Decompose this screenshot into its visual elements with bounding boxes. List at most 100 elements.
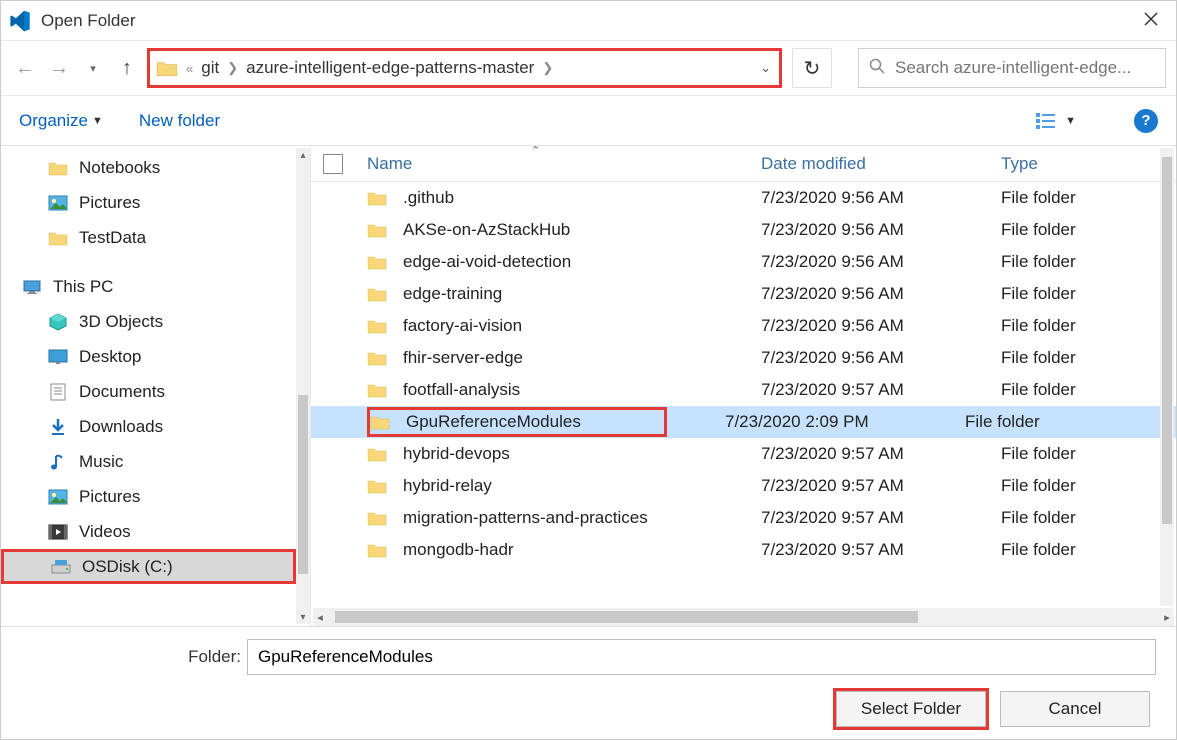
scroll-down-icon[interactable]: ▾ bbox=[296, 610, 310, 624]
nav-item-label: Downloads bbox=[79, 417, 163, 437]
new-folder-button[interactable]: New folder bbox=[139, 111, 220, 131]
scroll-up-icon[interactable]: ▴ bbox=[296, 148, 310, 162]
nav-item-pictures[interactable]: Pictures bbox=[1, 479, 296, 514]
bottom-panel: Folder: Select Folder Cancel bbox=[1, 627, 1176, 739]
nav-forward-button: → bbox=[45, 54, 73, 82]
nav-item-label: Documents bbox=[79, 382, 165, 402]
file-row[interactable]: GpuReferenceModules7/23/2020 2:09 PMFile… bbox=[311, 406, 1176, 438]
nav-scroll-thumb[interactable] bbox=[298, 395, 308, 574]
nav-item-label: This PC bbox=[53, 277, 113, 297]
nav-item-label: OSDisk (C:) bbox=[82, 557, 173, 577]
file-row[interactable]: mongodb-hadr7/23/2020 9:57 AMFile folder bbox=[311, 534, 1176, 566]
folder-icon bbox=[367, 286, 387, 302]
file-row[interactable]: edge-training7/23/2020 9:56 AMFile folde… bbox=[311, 278, 1176, 310]
file-type: File folder bbox=[1001, 284, 1176, 304]
folder-input[interactable] bbox=[247, 639, 1156, 675]
nav-item-testdata[interactable]: TestData bbox=[1, 220, 296, 255]
file-name: footfall-analysis bbox=[403, 380, 761, 400]
breadcrumb-part-1[interactable]: azure-intelligent-edge-patterns-master bbox=[240, 58, 540, 78]
folder-icon bbox=[367, 510, 387, 526]
nav-item-downloads[interactable]: Downloads bbox=[1, 409, 296, 444]
documents-icon bbox=[47, 382, 69, 402]
search-box[interactable] bbox=[858, 48, 1166, 88]
breadcrumb-dropdown[interactable]: ⌄ bbox=[760, 60, 771, 76]
chevron-down-icon: ▼ bbox=[1065, 115, 1076, 127]
file-row[interactable]: AKSe-on-AzStackHub7/23/2020 9:56 AMFile … bbox=[311, 214, 1176, 246]
help-button[interactable]: ? bbox=[1134, 109, 1158, 133]
file-name: hybrid-devops bbox=[403, 444, 761, 464]
list-vscroll-thumb[interactable] bbox=[1162, 157, 1172, 523]
folder-icon bbox=[367, 446, 387, 462]
list-hscrollbar[interactable]: ◂ ▸ bbox=[313, 608, 1174, 626]
nav-item-music[interactable]: Music bbox=[1, 444, 296, 479]
nav-item-osdisk-c-[interactable]: OSDisk (C:) bbox=[1, 549, 296, 584]
file-list-pane: Name ⌃ Date modified Type .github7/23/20… bbox=[311, 146, 1176, 626]
nav-item-pictures[interactable]: Pictures bbox=[1, 185, 296, 220]
file-date: 7/23/2020 9:57 AM bbox=[761, 380, 1001, 400]
file-row[interactable]: footfall-analysis7/23/2020 9:57 AMFile f… bbox=[311, 374, 1176, 406]
nav-item-this-pc[interactable]: This PC bbox=[1, 269, 296, 304]
nav-item-3d-objects[interactable]: 3D Objects bbox=[1, 304, 296, 339]
scroll-left-icon[interactable]: ◂ bbox=[313, 611, 327, 624]
nav-item-videos[interactable]: Videos bbox=[1, 514, 296, 549]
column-date[interactable]: Date modified bbox=[761, 154, 1001, 174]
file-row[interactable]: factory-ai-vision7/23/2020 9:56 AMFile f… bbox=[311, 310, 1176, 342]
file-type: File folder bbox=[965, 412, 1176, 432]
file-type: File folder bbox=[1001, 444, 1176, 464]
nav-item-label: Videos bbox=[79, 522, 131, 542]
chevron-right-icon[interactable]: ❯ bbox=[225, 60, 240, 76]
file-row[interactable]: .github7/23/2020 9:56 AMFile folder bbox=[311, 182, 1176, 214]
column-type[interactable]: Type bbox=[1001, 154, 1176, 174]
nav-up-button[interactable]: ↑ bbox=[113, 54, 141, 82]
nav-scrollbar[interactable]: ▴ ▾ bbox=[296, 148, 310, 624]
scroll-right-icon[interactable]: ▸ bbox=[1160, 611, 1174, 624]
chevron-right-icon[interactable]: ❯ bbox=[540, 60, 555, 76]
search-input[interactable] bbox=[893, 57, 1155, 79]
list-hscroll-thumb[interactable] bbox=[335, 611, 918, 623]
select-folder-button[interactable]: Select Folder bbox=[836, 691, 986, 727]
refresh-button[interactable]: ↻ bbox=[792, 48, 832, 88]
file-name: GpuReferenceModules bbox=[406, 412, 581, 432]
breadcrumb[interactable]: « git ❯ azure-intelligent-edge-patterns-… bbox=[147, 48, 782, 88]
select-all-checkbox[interactable] bbox=[323, 154, 343, 174]
folder-icon bbox=[47, 158, 69, 178]
file-row[interactable]: hybrid-relay7/23/2020 9:57 AMFile folder bbox=[311, 470, 1176, 502]
file-row[interactable]: hybrid-devops7/23/2020 9:57 AMFile folde… bbox=[311, 438, 1176, 470]
file-name: migration-patterns-and-practices bbox=[403, 508, 761, 528]
folder-icon bbox=[367, 190, 387, 206]
close-button[interactable] bbox=[1134, 5, 1168, 36]
file-row[interactable]: migration-patterns-and-practices7/23/202… bbox=[311, 502, 1176, 534]
nav-recent-button[interactable]: ▾ bbox=[79, 54, 107, 82]
file-date: 7/23/2020 9:56 AM bbox=[761, 284, 1001, 304]
file-row[interactable]: edge-ai-void-detection7/23/2020 9:56 AMF… bbox=[311, 246, 1176, 278]
file-name: hybrid-relay bbox=[403, 476, 761, 496]
file-type: File folder bbox=[1001, 540, 1176, 560]
file-date: 7/23/2020 9:56 AM bbox=[761, 316, 1001, 336]
file-type: File folder bbox=[1001, 380, 1176, 400]
close-icon bbox=[1144, 12, 1158, 26]
file-name: edge-ai-void-detection bbox=[403, 252, 761, 272]
pictures-icon bbox=[47, 193, 69, 213]
folder-icon bbox=[367, 542, 387, 558]
list-vscrollbar[interactable] bbox=[1160, 148, 1174, 606]
nav-item-notebooks[interactable]: Notebooks bbox=[1, 150, 296, 185]
view-options-button[interactable]: ▼ bbox=[1035, 112, 1076, 130]
folder-icon bbox=[367, 222, 387, 238]
folder-icon bbox=[367, 350, 387, 366]
cancel-button[interactable]: Cancel bbox=[1000, 691, 1150, 727]
file-type: File folder bbox=[1001, 220, 1176, 240]
column-name-label: Name bbox=[367, 154, 412, 173]
folder-icon bbox=[367, 254, 387, 270]
nav-item-desktop[interactable]: Desktop bbox=[1, 339, 296, 374]
file-type: File folder bbox=[1001, 348, 1176, 368]
file-name: fhir-server-edge bbox=[403, 348, 761, 368]
folder-icon bbox=[156, 59, 178, 77]
nav-item-documents[interactable]: Documents bbox=[1, 374, 296, 409]
breadcrumb-overflow[interactable]: « bbox=[184, 61, 195, 76]
column-name[interactable]: Name ⌃ bbox=[367, 154, 761, 174]
breadcrumb-part-0[interactable]: git bbox=[195, 58, 225, 78]
file-type: File folder bbox=[1001, 252, 1176, 272]
nav-back-button: ← bbox=[11, 54, 39, 82]
organize-button[interactable]: Organize ▼ bbox=[19, 111, 103, 131]
file-row[interactable]: fhir-server-edge7/23/2020 9:56 AMFile fo… bbox=[311, 342, 1176, 374]
